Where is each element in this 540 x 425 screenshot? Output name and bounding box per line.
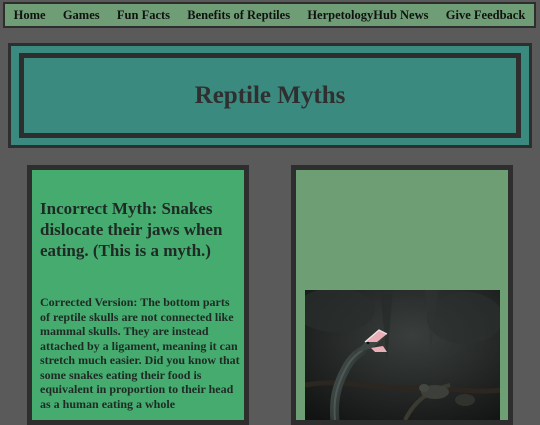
top-nav: Home Games Fun Facts Benefits of Reptile…	[3, 2, 536, 28]
nav-home-link[interactable]: Home	[14, 8, 46, 23]
hero-frame: Reptile Myths	[19, 53, 521, 138]
hero-banner: Reptile Myths	[8, 43, 532, 148]
myth-title: Incorrect Myth: Snakes dislocate their j…	[40, 199, 223, 260]
myth-card: Incorrect Myth: Snakes dislocate their j…	[27, 165, 249, 425]
nav-fun-facts-link[interactable]: Fun Facts	[117, 8, 170, 23]
page-title: Reptile Myths	[194, 81, 346, 109]
nav-feedback-link[interactable]: Give Feedback	[446, 8, 526, 23]
snake-photo	[305, 290, 500, 420]
photo-card	[291, 165, 513, 425]
nav-benefits-link[interactable]: Benefits of Reptiles	[187, 8, 290, 23]
myth-correction: Corrected Version: The bottom parts of r…	[40, 295, 240, 411]
nav-games-link[interactable]: Games	[63, 8, 100, 23]
snake-illustration	[305, 290, 500, 420]
nav-news-link[interactable]: HerpetologyHub News	[307, 8, 428, 23]
